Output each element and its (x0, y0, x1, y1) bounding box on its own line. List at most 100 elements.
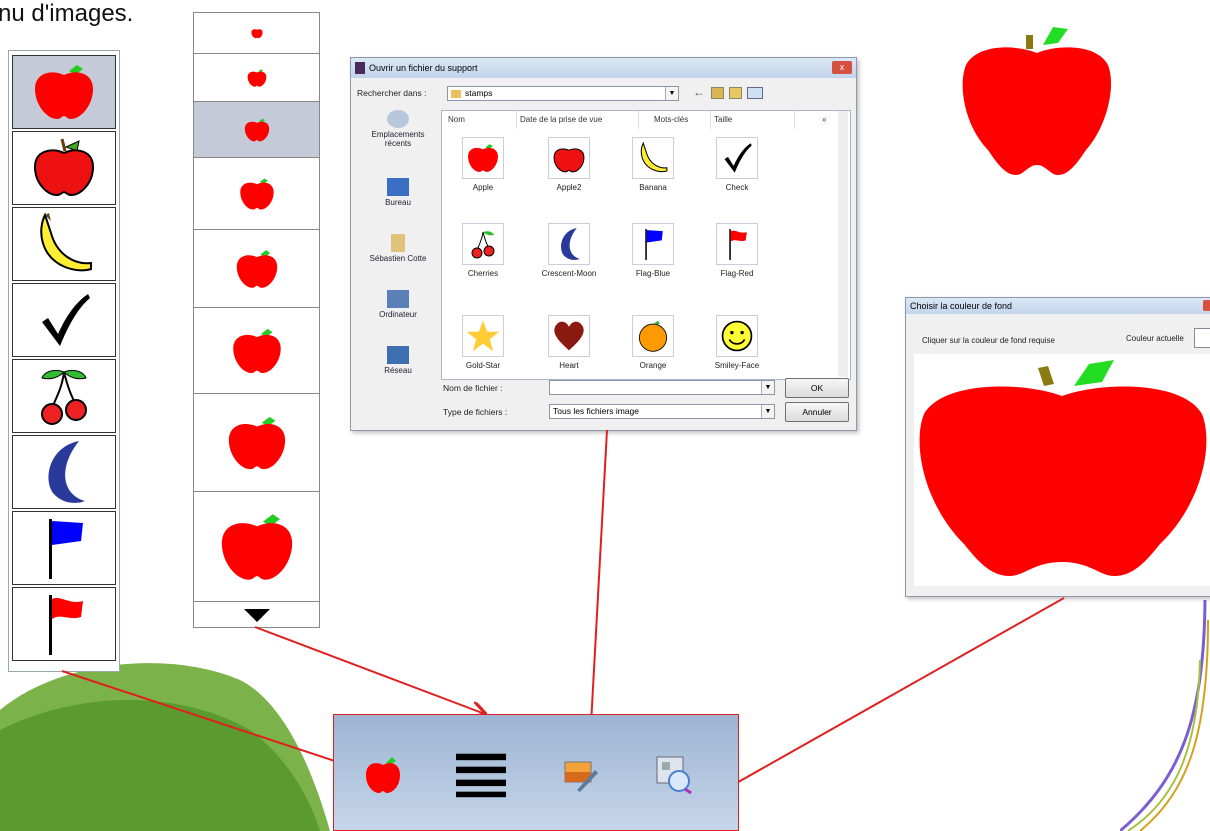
column-header-name[interactable]: Nom (448, 111, 517, 129)
file-item[interactable]: Flag-Red (698, 223, 776, 278)
file-item[interactable]: Banana (614, 137, 692, 192)
place-computer[interactable]: Ordinateur (359, 290, 437, 319)
smiley-face-icon (721, 320, 753, 352)
look-in-value: stamps (465, 88, 493, 98)
lines-icon (456, 753, 506, 798)
chevron-down-icon: ▼ (761, 381, 774, 394)
file-item[interactable]: Smiley-Face (698, 315, 776, 370)
background-color-tool-button[interactable] (650, 745, 700, 805)
file-item[interactable]: Gold-Star (444, 315, 522, 370)
size-option-5[interactable] (194, 229, 319, 307)
stamp-flag-red[interactable] (12, 587, 116, 661)
file-item[interactable]: Crescent-Moon (530, 223, 608, 278)
place-recent[interactable]: Emplacements récents (359, 110, 437, 148)
stamp-picker-column (8, 50, 120, 672)
file-item[interactable]: Check (698, 137, 776, 192)
triangle-down-icon (243, 608, 270, 622)
chevron-down-icon: ▼ (665, 87, 678, 100)
file-name: Cherries (467, 269, 499, 278)
apple2-icon (33, 138, 95, 197)
apple-icon (244, 118, 269, 141)
stamp-check[interactable] (12, 283, 116, 357)
size-option-2[interactable] (194, 53, 319, 101)
stamp-flag-blue[interactable] (12, 511, 116, 585)
file-name: Check (725, 183, 749, 192)
check-icon (42, 294, 90, 346)
banana-icon (640, 141, 668, 173)
stamp-crescent-moon[interactable] (12, 435, 116, 509)
scroll-down-button[interactable] (194, 601, 319, 627)
column-header-size[interactable]: Taille (714, 111, 795, 129)
recent-places-icon (387, 110, 409, 128)
open-file-dialog: Ouvrir un fichier du support x Recherche… (350, 57, 857, 431)
file-item[interactable]: Heart (530, 315, 608, 370)
apple-icon (221, 513, 292, 580)
apple-icon (247, 68, 266, 87)
size-option-3[interactable] (194, 101, 319, 157)
ok-button[interactable]: OK (785, 378, 849, 398)
file-item[interactable]: Orange (614, 315, 692, 370)
up-folder-icon[interactable] (711, 87, 724, 99)
file-item[interactable]: Apple (444, 137, 522, 192)
file-item[interactable]: Flag-Blue (614, 223, 692, 278)
more-columns-button[interactable]: » (822, 111, 836, 129)
user-folder-icon (391, 234, 405, 252)
vertical-scrollbar[interactable] (838, 111, 848, 377)
view-menu-icon[interactable] (747, 87, 763, 99)
new-folder-icon[interactable] (729, 87, 742, 99)
file-name: Heart (559, 361, 579, 370)
size-option-4[interactable] (194, 157, 319, 229)
page-title: nu d'images. (0, 0, 134, 27)
size-tool-button[interactable] (456, 745, 506, 805)
dialog-title: Ouvrir un fichier du support (369, 63, 478, 73)
banana-icon (40, 212, 92, 272)
file-item[interactable]: Apple2 (530, 137, 608, 192)
back-arrow-icon[interactable]: ← (693, 85, 705, 99)
file-name: Flag-Blue (635, 269, 671, 278)
file-item[interactable]: Cherries (444, 223, 522, 278)
column-header-tags[interactable]: Mots-clés (654, 111, 711, 129)
place-label: Ordinateur (379, 310, 417, 319)
place-network[interactable]: Réseau (359, 346, 437, 375)
size-option-7[interactable] (194, 393, 319, 491)
crescent-moon-icon (561, 228, 580, 260)
stamp-banana[interactable] (12, 207, 116, 281)
orange-icon (638, 320, 668, 352)
size-option-8[interactable] (194, 491, 319, 601)
color-picker-image[interactable] (914, 354, 1210, 586)
stamp-apple2[interactable] (12, 131, 116, 205)
size-option-1[interactable] (194, 13, 319, 53)
close-button[interactable]: x (832, 61, 852, 74)
cherries-icon (41, 369, 87, 425)
look-in-select[interactable]: stamps ▼ (447, 86, 679, 101)
open-image-tool-button[interactable] (556, 745, 606, 805)
place-user[interactable]: Sébastien Cotte (359, 234, 437, 263)
stamp-apple[interactable] (12, 55, 116, 129)
current-color-label: Couleur actuelle (1126, 334, 1184, 343)
column-label: Nom (448, 115, 465, 124)
flag-red-icon (49, 595, 83, 655)
apple-icon (35, 65, 93, 119)
close-button[interactable] (1203, 300, 1210, 311)
desktop-icon (387, 178, 409, 196)
cancel-button[interactable]: Annuler (785, 402, 849, 422)
stamp-tool-button[interactable] (358, 745, 408, 805)
current-color-swatch (1194, 328, 1210, 348)
apple-icon (232, 328, 281, 373)
filetype-select[interactable]: Tous les fichiers image ▼ (549, 404, 775, 419)
zoom-picture-icon (656, 756, 692, 795)
apple-icon (919, 360, 1207, 576)
filename-input[interactable]: ▼ (549, 380, 775, 395)
apple-icon (239, 177, 274, 210)
place-desktop[interactable]: Bureau (359, 178, 437, 207)
apple-icon (468, 144, 498, 172)
size-option-6[interactable] (194, 307, 319, 393)
app-icon (355, 62, 365, 74)
apple-preview-icon (962, 27, 1112, 176)
column-header-date[interactable]: Date de la prise de vue (520, 111, 639, 129)
network-icon (387, 346, 409, 364)
cherries-icon (471, 231, 495, 259)
file-list: Nom Date de la prise de vue Mots-clés Ta… (441, 110, 851, 380)
chevron-down-icon: ▼ (761, 405, 774, 418)
stamp-cherries[interactable] (12, 359, 116, 433)
